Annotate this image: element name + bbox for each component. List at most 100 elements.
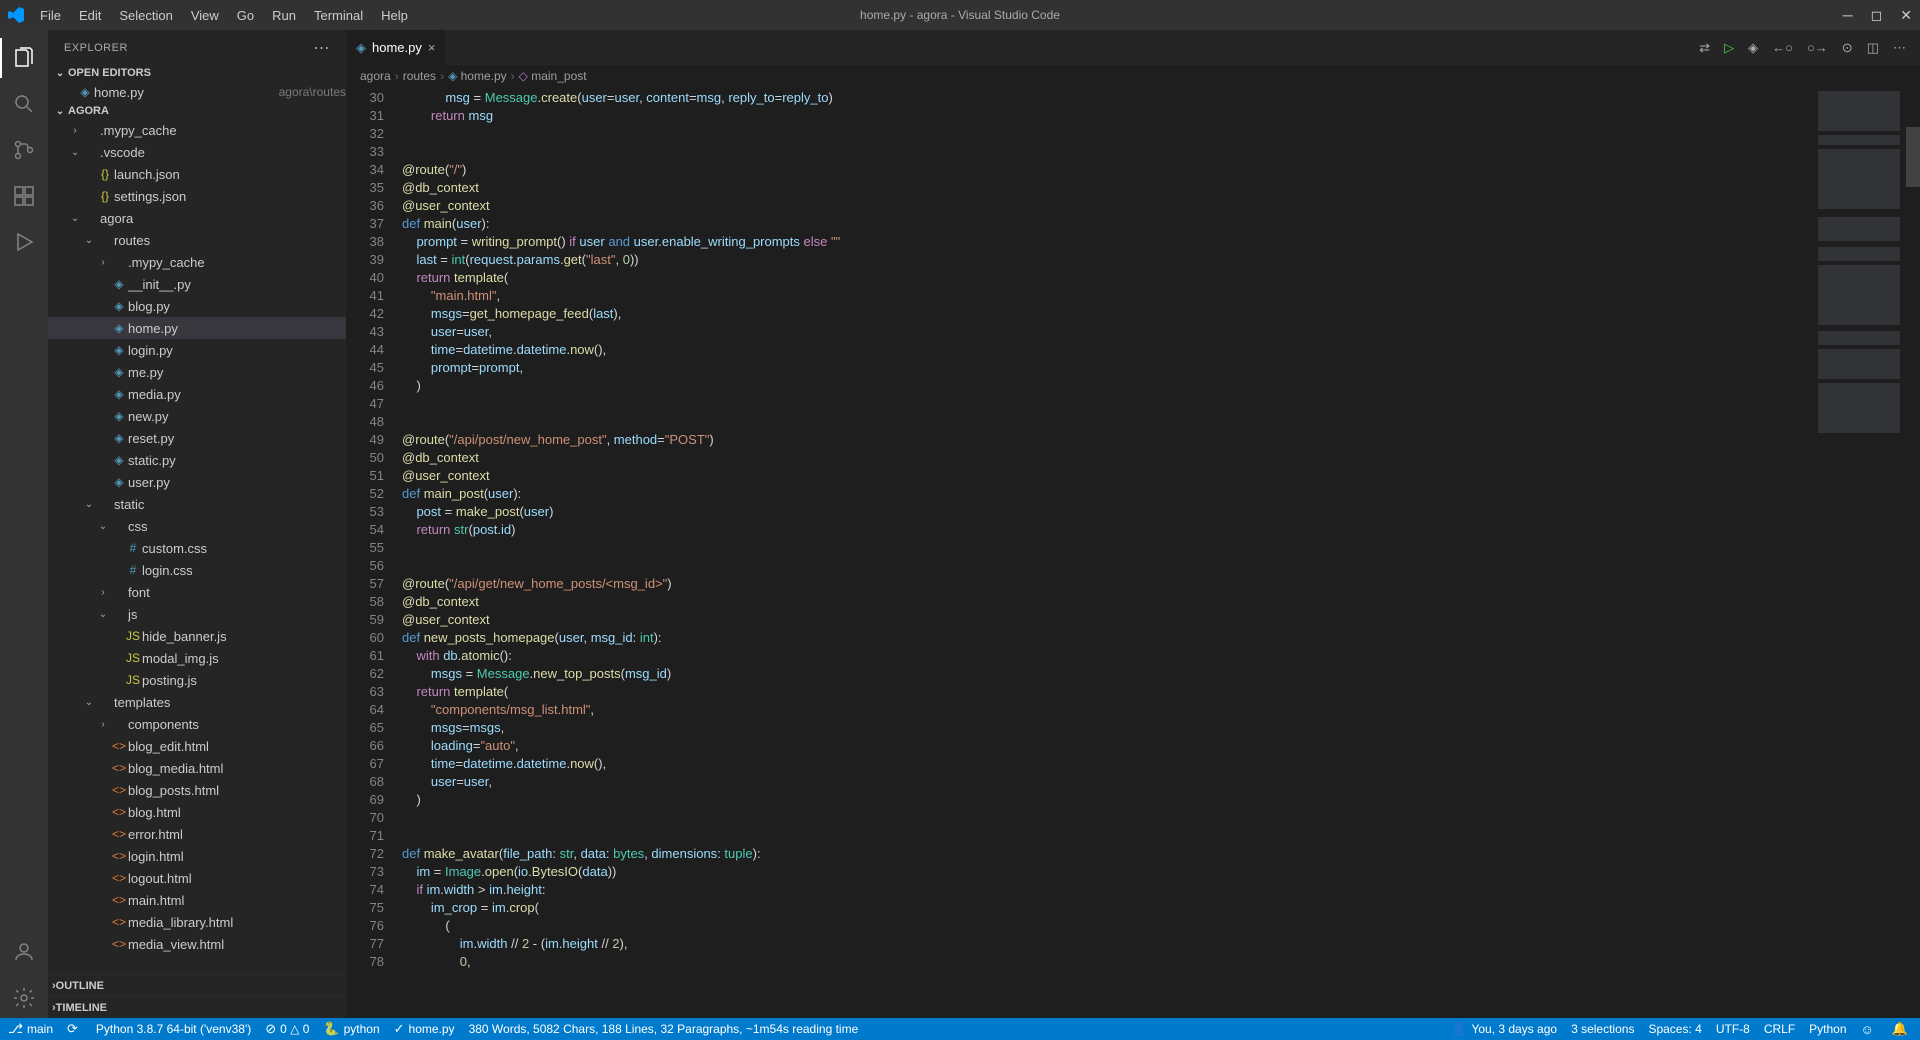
open-editors-label: OPEN EDITORS (68, 67, 151, 79)
file-item[interactable]: <>media_library.html (48, 911, 346, 933)
menu-terminal[interactable]: Terminal (306, 4, 371, 27)
status-encoding[interactable]: UTF-8 (1716, 1021, 1750, 1037)
source-control-icon[interactable] (0, 130, 48, 170)
menu-file[interactable]: File (32, 4, 69, 27)
status-current-file[interactable]: ✓home.py (394, 1021, 455, 1037)
status-interpreter[interactable]: 🐍python (323, 1021, 379, 1037)
status-sync[interactable]: ⟳ (67, 1021, 82, 1037)
editor-tab[interactable]: ◈home.py× (346, 30, 446, 65)
status-eol[interactable]: CRLF (1764, 1021, 1795, 1037)
status-feedback[interactable]: ☺ (1861, 1021, 1878, 1037)
split-editor-icon[interactable]: ◫ (1867, 40, 1879, 56)
file-item[interactable]: <>blog_media.html (48, 757, 346, 779)
file-item[interactable]: ◈reset.py (48, 427, 346, 449)
file-item[interactable]: ◈blog.py (48, 295, 346, 317)
file-item[interactable]: ◈__init__.py (48, 273, 346, 295)
file-item[interactable]: ◈me.py (48, 361, 346, 383)
outline-header[interactable]: › OUTLINE (48, 974, 346, 996)
run-debug-icon[interactable] (0, 222, 48, 262)
file-item[interactable]: ◈login.py (48, 339, 346, 361)
folder-item[interactable]: ›.mypy_cache (48, 251, 346, 273)
status-branch[interactable]: ⎇main (8, 1021, 53, 1037)
file-item[interactable]: <>blog.html (48, 801, 346, 823)
file-tree[interactable]: ›.mypy_cache⌄.vscode{}launch.json{}setti… (48, 119, 346, 974)
status-python-env[interactable]: Python 3.8.7 64-bit ('venv38') (96, 1021, 251, 1037)
run-file-icon[interactable]: ▷ (1724, 40, 1734, 56)
breadcrumbs[interactable]: agora›routes›◈ home.py›◇ main_post (346, 65, 1920, 87)
folder-item[interactable]: ⌄.vscode (48, 141, 346, 163)
file-item[interactable]: <>error.html (48, 823, 346, 845)
status-notifications[interactable]: 🔔 (1892, 1021, 1912, 1037)
file-item[interactable]: {}settings.json (48, 185, 346, 207)
menu-run[interactable]: Run (264, 4, 304, 27)
file-item[interactable]: JShide_banner.js (48, 625, 346, 647)
accounts-icon[interactable] (0, 932, 48, 972)
minimize-button[interactable]: ─ (1843, 7, 1853, 24)
folder-item[interactable]: ⌄js (48, 603, 346, 625)
compare-changes-icon[interactable]: ⇄ (1699, 40, 1710, 56)
file-item[interactable]: <>logout.html (48, 867, 346, 889)
maximize-button[interactable]: ◻ (1871, 7, 1883, 24)
menu-edit[interactable]: Edit (71, 4, 109, 27)
timeline-label: TIMELINE (56, 1002, 107, 1014)
file-item[interactable]: ◈media.py (48, 383, 346, 405)
folder-item[interactable]: ⌄templates (48, 691, 346, 713)
extensions-icon[interactable] (0, 176, 48, 216)
timeline-header[interactable]: › TIMELINE (48, 996, 346, 1018)
folder-item[interactable]: ›.mypy_cache (48, 119, 346, 141)
workspace-label: AGORA (68, 105, 109, 117)
file-item[interactable]: ◈new.py (48, 405, 346, 427)
file-item[interactable]: JSposting.js (48, 669, 346, 691)
settings-gear-icon[interactable] (0, 978, 48, 1018)
close-tab-icon[interactable]: × (428, 40, 436, 55)
folder-item[interactable]: ›components (48, 713, 346, 735)
status-problems[interactable]: ⊘0 △ 0 (265, 1021, 309, 1037)
status-language[interactable]: Python (1809, 1021, 1846, 1037)
breadcrumb-item[interactable]: agora (360, 69, 391, 83)
code-editor[interactable]: 3031323334353637383940414243444546474849… (346, 87, 1920, 1018)
next-change-icon[interactable]: ○→ (1807, 40, 1828, 55)
file-item[interactable]: <>login.html (48, 845, 346, 867)
folder-item[interactable]: ⌄static (48, 493, 346, 515)
breadcrumb-item[interactable]: ◇ main_post (519, 69, 587, 83)
search-icon[interactable] (0, 84, 48, 124)
status-spaces[interactable]: Spaces: 4 (1648, 1021, 1701, 1037)
code-content[interactable]: msg = Message.create(user=user, content=… (402, 87, 1806, 1018)
file-item[interactable]: <>blog_posts.html (48, 779, 346, 801)
file-item[interactable]: ◈home.py (48, 317, 346, 339)
file-item[interactable]: ◈static.py (48, 449, 346, 471)
breadcrumb-item[interactable]: ◈ home.py (448, 69, 507, 83)
prev-change-icon[interactable]: ←○ (1772, 40, 1793, 55)
menu-view[interactable]: View (183, 4, 227, 27)
close-window-button[interactable]: ✕ (1900, 7, 1912, 24)
status-blame[interactable]: 👤You, 3 days ago (1451, 1021, 1557, 1037)
folder-item[interactable]: ›font (48, 581, 346, 603)
file-item[interactable]: #login.css (48, 559, 346, 581)
minimap[interactable] (1806, 87, 1906, 1018)
folder-item[interactable]: ⌄routes (48, 229, 346, 251)
menu-selection[interactable]: Selection (111, 4, 180, 27)
workspace-header[interactable]: ⌄ AGORA (48, 103, 346, 119)
sidebar-more-icon[interactable]: ⋯ (314, 38, 331, 58)
status-stats[interactable]: 380 Words, 5082 Chars, 188 Lines, 32 Par… (469, 1021, 859, 1037)
menu-help[interactable]: Help (373, 4, 416, 27)
folder-item[interactable]: ⌄css (48, 515, 346, 537)
file-item[interactable]: <>media_view.html (48, 933, 346, 955)
file-item[interactable]: <>main.html (48, 889, 346, 911)
debug-icon[interactable]: ◈ (1748, 40, 1758, 56)
menu-go[interactable]: Go (229, 4, 262, 27)
vertical-scrollbar[interactable] (1906, 87, 1920, 1018)
open-editor-item[interactable]: ◈home.pyagora\routes (48, 81, 346, 103)
file-item[interactable]: #custom.css (48, 537, 346, 559)
file-item[interactable]: <>blog_edit.html (48, 735, 346, 757)
toggle-icon[interactable]: ⊙ (1842, 40, 1853, 56)
status-selections[interactable]: 3 selections (1571, 1021, 1634, 1037)
open-editors-header[interactable]: ⌄ OPEN EDITORS (48, 65, 346, 81)
file-item[interactable]: {}launch.json (48, 163, 346, 185)
breadcrumb-item[interactable]: routes (403, 69, 436, 83)
more-actions-icon[interactable]: ⋯ (1893, 40, 1906, 56)
explorer-icon[interactable] (0, 38, 48, 78)
file-item[interactable]: ◈user.py (48, 471, 346, 493)
file-item[interactable]: JSmodal_img.js (48, 647, 346, 669)
folder-item[interactable]: ⌄agora (48, 207, 346, 229)
